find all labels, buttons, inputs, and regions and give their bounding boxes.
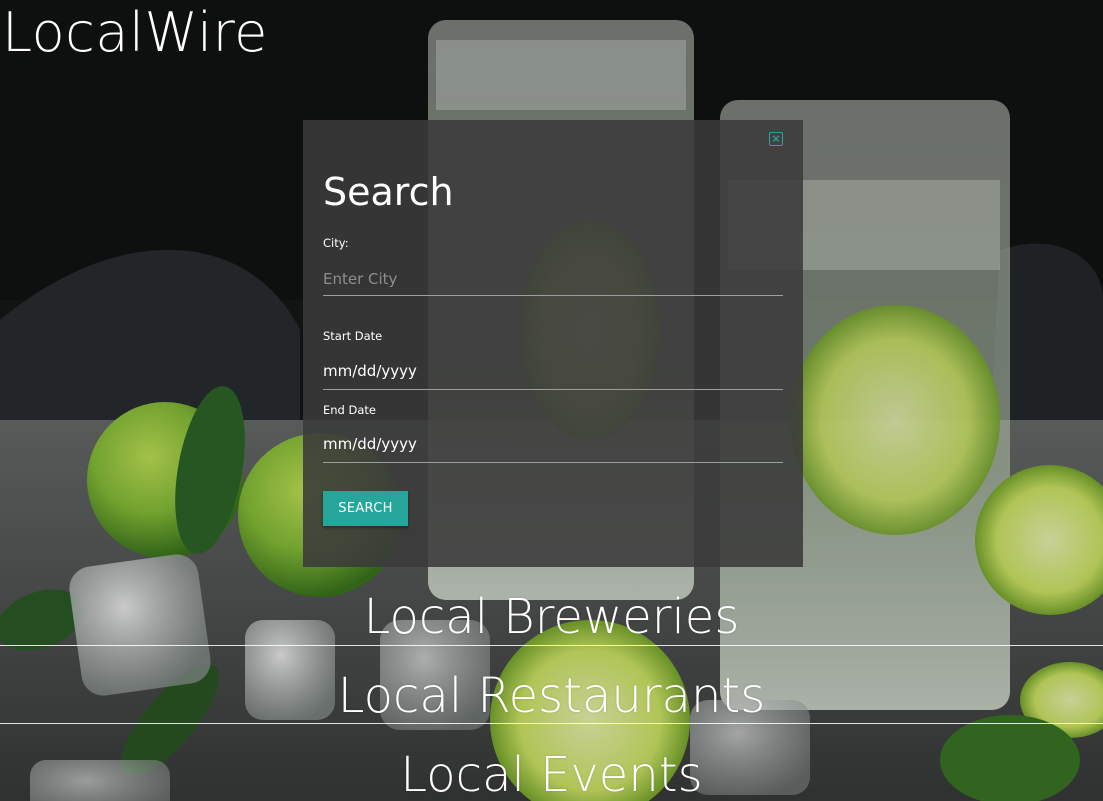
category-link-breweries[interactable]: Local Breweries — [0, 586, 1103, 648]
city-label: City: — [323, 236, 349, 250]
city-input[interactable] — [323, 262, 783, 296]
category-link-events[interactable]: Local Events — [0, 744, 1103, 801]
modal-title: Search — [323, 170, 454, 214]
close-icon[interactable]: × — [769, 132, 783, 146]
divider — [0, 723, 1103, 724]
start-date-label: Start Date — [323, 329, 383, 343]
search-button[interactable]: SEARCH — [323, 491, 408, 526]
divider — [0, 645, 1103, 646]
end-date-label: End Date — [323, 403, 376, 417]
page: LocalWire × Search City: Start Date mm/d… — [0, 0, 1103, 801]
category-link-restaurants[interactable]: Local Restaurants — [0, 665, 1103, 727]
brand-logo-title[interactable]: LocalWire — [2, 0, 268, 66]
start-date-input[interactable]: mm/dd/yyyy — [323, 356, 783, 390]
end-date-input[interactable]: mm/dd/yyyy — [323, 429, 783, 463]
search-modal: × Search City: Start Date mm/dd/yyyy End… — [303, 120, 803, 567]
